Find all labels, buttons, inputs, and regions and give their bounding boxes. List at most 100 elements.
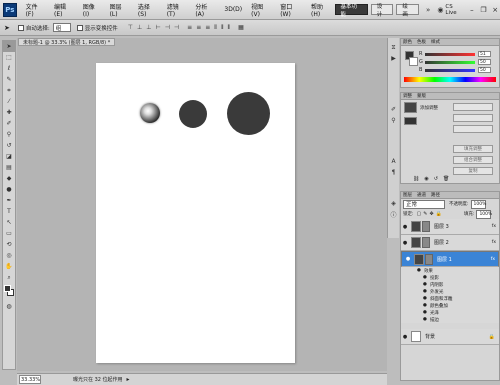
large-circle-shape[interactable] <box>227 92 270 135</box>
adjust-field-3[interactable] <box>453 125 493 133</box>
marquee-tool-icon[interactable]: ⬚ <box>3 52 15 63</box>
eye-icon[interactable]: ● <box>423 275 427 280</box>
tab-color[interactable]: 颜色 <box>403 39 412 45</box>
workspace-essentials-button[interactable]: 基本功能 <box>334 4 368 18</box>
healing-tool-icon[interactable]: ✚ <box>3 107 15 118</box>
tab-masks[interactable]: 蒙版 <box>417 93 426 99</box>
menu-image[interactable]: 图像(I) <box>83 2 101 18</box>
auto-select-checkbox[interactable] <box>17 24 24 31</box>
quick-mask-icon[interactable]: ◍ <box>3 301 15 312</box>
menu-view[interactable]: 视图(V) <box>251 2 271 18</box>
color-spectrum-bar[interactable] <box>404 77 496 82</box>
clip-icon[interactable]: ⛓ <box>413 176 419 182</box>
3d-panel-icon[interactable]: ◈ <box>388 198 399 209</box>
gradient-tool-icon[interactable]: ▤ <box>3 162 15 173</box>
clone-source-panel-icon[interactable]: ⚲ <box>388 115 399 126</box>
eye-icon[interactable]: ● <box>423 296 427 301</box>
cs-live-label[interactable]: CS Live <box>445 4 465 16</box>
eye-icon[interactable]: ● <box>423 317 427 322</box>
blend-mode-dropdown[interactable]: 正常 <box>403 199 445 209</box>
path-select-tool-icon[interactable]: ↖ <box>3 217 15 228</box>
eye-icon[interactable]: ● <box>423 310 427 315</box>
effect-row[interactable]: ● 内阴影 <box>401 281 499 288</box>
menu-filter[interactable]: 滤镜(T) <box>167 2 187 18</box>
distribute-bottom-icon[interactable]: ≡ <box>205 24 210 31</box>
menu-file[interactable]: 文件(F) <box>26 2 45 18</box>
distribute-left-icon[interactable]: ⦀ <box>214 24 217 32</box>
eye-icon[interactable]: ● <box>423 282 427 287</box>
brush-panel-icon[interactable]: ✐ <box>388 104 399 115</box>
tab-styles[interactable]: 样式 <box>431 39 440 45</box>
pen-tool-icon[interactable]: ✒ <box>3 195 15 206</box>
3d-rotate-tool-icon[interactable]: ⟲ <box>3 239 15 250</box>
layer-name[interactable]: 图层 3 <box>434 223 449 230</box>
blue-value[interactable]: 50 <box>478 67 491 73</box>
blur-tool-icon[interactable]: ◆ <box>3 173 15 184</box>
distribute-right-icon[interactable]: ⦀ <box>228 24 231 32</box>
eye-icon[interactable]: ● <box>417 268 421 273</box>
trash-icon[interactable]: 🗑 <box>443 176 449 182</box>
red-slider[interactable] <box>425 52 475 56</box>
zoom-field[interactable]: 33.33% <box>19 375 41 384</box>
workspace-design-button[interactable]: 设计 <box>370 4 394 18</box>
background-layer-row[interactable]: ● 背景 🔒 <box>401 329 499 345</box>
info-panel-icon[interactable]: ⓘ <box>388 209 399 220</box>
tab-adjustments[interactable]: 调整 <box>403 93 412 99</box>
restore-icon[interactable]: ❐ <box>479 5 489 15</box>
hand-tool-icon[interactable]: ✋ <box>3 261 15 272</box>
distribute-middle-icon[interactable]: ≡ <box>196 24 201 31</box>
3d-orbit-tool-icon[interactable]: ◎ <box>3 250 15 261</box>
layer-row[interactable]: ● 图层 2 fx <box>401 235 499 251</box>
adjust-field-2[interactable] <box>453 114 493 122</box>
zoom-tool-icon[interactable]: ⌕ <box>3 272 15 283</box>
quick-select-tool-icon[interactable]: ✎ <box>3 74 15 85</box>
align-right-icon[interactable]: ⊣ <box>174 24 179 31</box>
fx-icon[interactable]: fx <box>492 240 496 245</box>
align-bottom-icon[interactable]: ⊥ <box>146 24 151 31</box>
glossy-button-shape[interactable] <box>140 103 160 123</box>
lock-position-icon[interactable]: ✥ <box>429 211 433 217</box>
effect-row[interactable]: ● 光泽 <box>401 309 499 316</box>
menu-analysis[interactable]: 分析(A) <box>195 2 215 18</box>
eyedropper-tool-icon[interactable]: ⁄ <box>3 96 15 107</box>
lasso-tool-icon[interactable]: ℓ <box>3 63 15 74</box>
opacity-field[interactable]: 100% <box>470 199 486 209</box>
eye-icon[interactable]: ● <box>401 334 409 340</box>
minimize-icon[interactable]: – <box>467 5 477 15</box>
layer-name[interactable]: 背景 <box>425 333 435 340</box>
align-left-icon[interactable]: ⊢ <box>155 24 160 31</box>
history-panel-icon[interactable]: ⧖ <box>388 42 399 53</box>
reset-icon[interactable]: ↺ <box>434 176 438 182</box>
lock-all-icon[interactable]: 🔒 <box>436 211 442 217</box>
effect-row[interactable]: ● 颜色叠加 <box>401 302 499 309</box>
fx-icon[interactable]: fx <box>492 224 496 229</box>
visibility-icon[interactable]: ◉ <box>424 176 428 182</box>
menu-window[interactable]: 窗口(W) <box>280 2 302 18</box>
tab-swatches[interactable]: 色板 <box>417 39 426 45</box>
move-tool-icon[interactable]: ➤ <box>3 41 15 52</box>
show-transform-checkbox[interactable] <box>76 24 83 31</box>
fx-icon[interactable]: fx <box>491 257 495 262</box>
menu-select[interactable]: 选择(S) <box>138 2 158 18</box>
effect-row[interactable]: ● 描边 <box>401 316 499 323</box>
type-tool-icon[interactable]: T <box>3 206 15 217</box>
layer-name[interactable]: 图层 1 <box>437 256 452 263</box>
red-value[interactable]: 51 <box>478 51 491 57</box>
chevron-right-icon[interactable]: » <box>426 6 430 14</box>
effect-row[interactable]: ● 外发光 <box>401 288 499 295</box>
green-value[interactable]: 50 <box>478 59 491 65</box>
blue-slider-row[interactable]: B 50 <box>401 66 499 74</box>
fill-adjust-button[interactable]: 填充调整 <box>453 145 493 153</box>
align-middle-icon[interactable]: ⊥ <box>137 24 142 31</box>
status-arrow-icon[interactable]: ▸ <box>127 376 130 383</box>
effect-row[interactable]: ● 斜面和浮雕 <box>401 295 499 302</box>
panel-background-swatch[interactable] <box>409 57 418 66</box>
auto-align-icon[interactable]: ▦ <box>238 24 244 31</box>
history-brush-tool-icon[interactable]: ↺ <box>3 140 15 151</box>
lock-pixels-icon[interactable]: ✎ <box>423 211 427 217</box>
color-swatches[interactable] <box>3 283 15 301</box>
menu-edit[interactable]: 编辑(E) <box>54 2 74 18</box>
cs-live-icon[interactable]: ◉ <box>437 6 443 14</box>
foreground-color-swatch[interactable] <box>4 285 11 292</box>
eraser-tool-icon[interactable]: ◪ <box>3 151 15 162</box>
